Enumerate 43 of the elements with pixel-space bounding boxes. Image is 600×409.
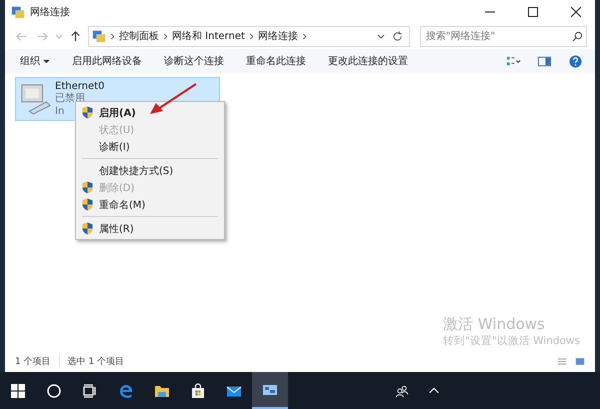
toolbar-button[interactable]: 更改此连接的设置 (319, 51, 418, 71)
control-panel-icon (92, 29, 106, 43)
chevron-right-icon[interactable] (248, 32, 254, 40)
annotation-arrow (148, 83, 198, 115)
chevron-right-icon[interactable] (110, 32, 115, 40)
caret-down-icon (43, 59, 50, 64)
connection-device: In (55, 105, 64, 118)
windows-logo-icon (10, 382, 26, 398)
toolbar-button[interactable]: 启用此网络设备 (63, 51, 152, 71)
toolbar-button[interactable]: 诊断这个连接 (155, 51, 234, 71)
dropdown-caret-icon[interactable] (377, 32, 385, 40)
network-folder-icon (11, 4, 25, 18)
activation-subtitle: 转到"设置"以激活 Windows (443, 334, 580, 348)
item-count: 1 个项目 (15, 356, 51, 368)
view-options-icon[interactable] (506, 54, 521, 68)
close-icon (571, 6, 581, 16)
search-input[interactable]: 搜索"网络连接" (421, 30, 569, 42)
menu-item[interactable]: 重命名(M) (76, 196, 224, 213)
chevron-right-icon[interactable] (302, 32, 307, 40)
search-field[interactable]: 搜索"网络连接" (420, 26, 587, 46)
search-icon (46, 382, 62, 398)
preview-pane-icon[interactable] (537, 54, 552, 68)
menu-item[interactable]: 创建快捷方式(S) (76, 162, 224, 179)
breadcrumb[interactable]: 控制面板 (119, 29, 159, 43)
organize-menu-button[interactable]: 组织 (11, 51, 60, 71)
breadcrumb[interactable]: 网络连接 (258, 29, 298, 43)
address-bar[interactable]: 控制面板 网络和 Internet 网络连接 (88, 26, 410, 46)
window-title: 网络连接 (30, 6, 70, 18)
people-icon[interactable] (395, 384, 409, 398)
chevron-right-icon[interactable] (163, 32, 168, 40)
large-icons-view-icon[interactable] (575, 356, 585, 366)
shopping-bag-icon (190, 382, 206, 398)
browser-e-icon (118, 382, 134, 398)
menu-item[interactable]: 诊断(I) (76, 138, 224, 155)
activation-title: 激活 Windows (443, 315, 546, 334)
selected-count: 选中 1 个项目 (68, 356, 124, 368)
breadcrumb[interactable]: 网络和 Internet (172, 29, 245, 43)
task-view-icon (82, 382, 98, 398)
help-icon[interactable] (568, 54, 583, 68)
connection-name: Ethernet0 (55, 81, 104, 92)
menu-item[interactable]: 属性(R) (76, 220, 224, 237)
maximize-icon (528, 6, 538, 16)
toolbar-button[interactable]: 重命名此连接 (237, 51, 316, 71)
